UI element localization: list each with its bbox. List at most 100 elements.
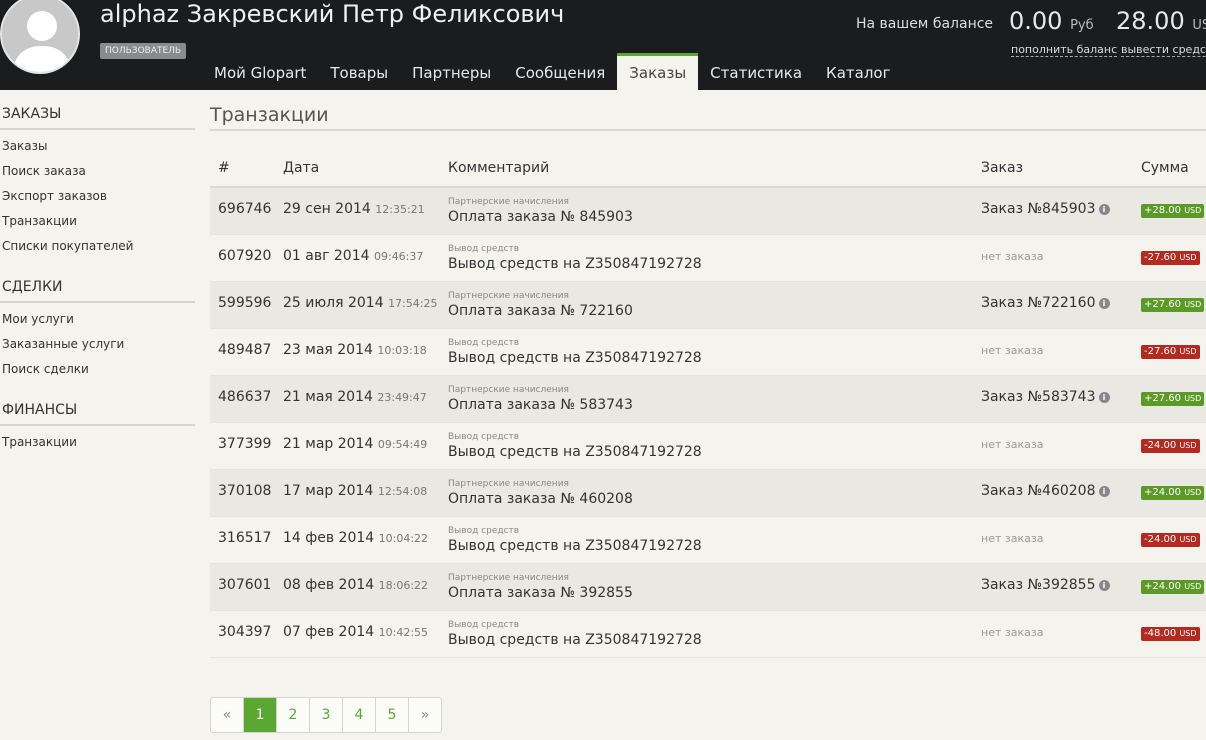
table-header: # Дата Комментарий Заказ Сумма	[210, 150, 1206, 188]
order-link[interactable]: Заказ №583743 i	[981, 389, 1110, 405]
top-header: alphaz Закревский Петр Феликсович ПОЛЬЗО…	[0, 0, 1206, 90]
table-row: 696746 29 сен 2014 12:35:21 Партнерские на…	[210, 188, 1206, 235]
no-order-text: нет заказа	[981, 438, 1044, 451]
info-icon[interactable]: i	[1098, 298, 1110, 309]
amount-value: -27.60	[1144, 252, 1177, 263]
time-value: 10:42:55	[378, 626, 429, 639]
no-order-text: нет заказа	[981, 532, 1044, 545]
pagination-page[interactable]: 2	[276, 698, 309, 732]
transaction-comment: Вывод средств на Z350847192728	[448, 538, 702, 554]
transactions-table: # Дата Комментарий Заказ Сумма 696746 29 …	[210, 150, 1206, 658]
nav-tab[interactable]: Товары	[318, 53, 400, 90]
time-value: 09:46:37	[373, 250, 424, 263]
info-icon[interactable]: i	[1098, 392, 1110, 403]
time-value: 18:06:22	[378, 579, 429, 592]
sidebar-item[interactable]: Заказанные услуги	[0, 336, 195, 361]
balance-label: На вашем балансе	[856, 16, 994, 32]
nav-tab[interactable]: Мой Glopart	[202, 53, 318, 90]
nav-tab[interactable]: Заказы	[617, 53, 699, 90]
amount-value: -48.00	[1144, 628, 1177, 639]
sidebar: ЗАКАЗЫ Заказы Поиск заказа Экспорт заказов Т…	[0, 90, 195, 459]
balance-rub-value: 0.00	[1009, 7, 1063, 35]
sidebar-item[interactable]: Мои услуги	[0, 311, 195, 336]
transaction-date: 21 мар 2014 09:54:49	[283, 436, 427, 452]
amount-value: -27.60	[1144, 346, 1177, 357]
transaction-date: 29 сен 2014 12:35:21	[283, 201, 425, 217]
sidebar-item[interactable]: Транзакции	[0, 434, 195, 459]
pagination-next[interactable]: »	[408, 698, 441, 732]
user-silhouette-icon	[12, 11, 72, 72]
amount-badge: +28.00 USD	[1141, 204, 1205, 218]
balance-rub: 0.00 Руб	[1009, 7, 1094, 35]
currency-rub: Руб	[1070, 18, 1094, 33]
amount-badge: -24.00 USD	[1141, 533, 1200, 547]
transaction-comment: Вывод средств на Z350847192728	[448, 632, 702, 648]
amount-unit: USD	[1184, 582, 1202, 591]
amount-unit: USD	[1184, 206, 1202, 215]
transaction-comment: Оплата заказа № 722160	[448, 303, 633, 319]
date-value: 21 мая 2014	[283, 389, 373, 405]
amount-badge: +24.00 USD	[1141, 580, 1205, 594]
nav-tab[interactable]: Партнеры	[400, 53, 503, 90]
sidebar-heading: СДЕЛКИ	[0, 263, 195, 303]
time-value: 23:49:47	[377, 391, 427, 404]
order-link[interactable]: Заказ №722160 i	[981, 295, 1110, 311]
transaction-type: Партнерские начисления	[448, 197, 569, 207]
time-value: 17:54:25	[388, 297, 438, 310]
info-icon[interactable]: i	[1098, 580, 1110, 591]
pagination-page[interactable]: 1	[243, 698, 276, 732]
sidebar-heading: ЗАКАЗЫ	[0, 90, 195, 130]
order-number: Заказ №845903	[981, 201, 1096, 217]
table-row: 316517 14 фев 2014 10:04:22 Вывод средств В…	[210, 517, 1206, 564]
table-row: 486637 21 мая 2014 23:49:47 Партнерские на…	[210, 376, 1206, 423]
sidebar-item[interactable]: Поиск заказа	[0, 163, 195, 188]
time-value: 10:03:18	[377, 344, 427, 357]
currency-usd: USD	[1192, 18, 1206, 33]
topup-link[interactable]: пополнить баланс	[1011, 43, 1118, 57]
pagination-page[interactable]: 4	[342, 698, 375, 732]
date-value: 01 авг 2014	[283, 248, 370, 264]
date-value: 07 фев 2014	[283, 624, 375, 640]
sidebar-item[interactable]: Заказы	[0, 138, 195, 163]
transaction-id: 316517	[218, 530, 272, 546]
sidebar-item[interactable]: Экспорт заказов	[0, 188, 195, 213]
amount-value: +27.60	[1144, 299, 1182, 310]
sidebar-item[interactable]: Транзакции	[0, 213, 195, 238]
amount-badge: +27.60 USD	[1141, 392, 1205, 406]
transaction-id: 370108	[218, 483, 272, 499]
transaction-id: 607920	[218, 248, 272, 264]
info-icon[interactable]: i	[1098, 486, 1110, 497]
order-number: Заказ №392855	[981, 577, 1096, 593]
transaction-type: Партнерские начисления	[448, 479, 569, 489]
order-link[interactable]: Заказ №460208 i	[981, 483, 1110, 499]
sidebar-item[interactable]: Списки покупателей	[0, 238, 195, 263]
date-value: 23 мая 2014	[283, 342, 373, 358]
table-row: 489487 23 мая 2014 10:03:18 Вывод средств В…	[210, 329, 1206, 376]
time-value: 10:04:22	[378, 532, 429, 545]
order-link[interactable]: Заказ №392855 i	[981, 577, 1110, 593]
pagination-page[interactable]: 3	[309, 698, 342, 732]
transaction-type: Вывод средств	[448, 432, 520, 442]
sidebar-item[interactable]: Поиск сделки	[0, 361, 195, 386]
nav-tab[interactable]: Статистика	[698, 53, 814, 90]
amount-badge: -27.60 USD	[1141, 345, 1200, 359]
pagination-page[interactable]: 5	[375, 698, 408, 732]
amount-unit: USD	[1179, 441, 1197, 450]
amount-badge: -24.00 USD	[1141, 439, 1200, 453]
nav-tab[interactable]: Каталог	[814, 53, 902, 90]
transaction-date: 25 июля 2014 17:54:25	[283, 295, 437, 311]
main-nav: Мой Glopart Товары Партнеры Сообщения Заказы…	[202, 53, 902, 90]
amount-value: +24.00	[1144, 487, 1182, 498]
no-order-text: нет заказа	[981, 250, 1044, 263]
date-value: 17 мар 2014	[283, 483, 374, 499]
avatar[interactable]	[0, 0, 80, 74]
date-value: 14 фев 2014	[283, 530, 375, 546]
nav-tab[interactable]: Сообщения	[503, 53, 617, 90]
info-icon[interactable]: i	[1098, 204, 1110, 215]
transaction-comment: Вывод средств на Z350847192728	[448, 350, 702, 366]
sidebar-heading: ФИНАНСЫ	[0, 386, 195, 426]
pagination-prev[interactable]: «	[211, 698, 243, 732]
order-link[interactable]: Заказ №845903 i	[981, 201, 1110, 217]
transaction-type: Вывод средств	[448, 620, 520, 630]
withdraw-link[interactable]: вывести средства	[1121, 43, 1206, 57]
